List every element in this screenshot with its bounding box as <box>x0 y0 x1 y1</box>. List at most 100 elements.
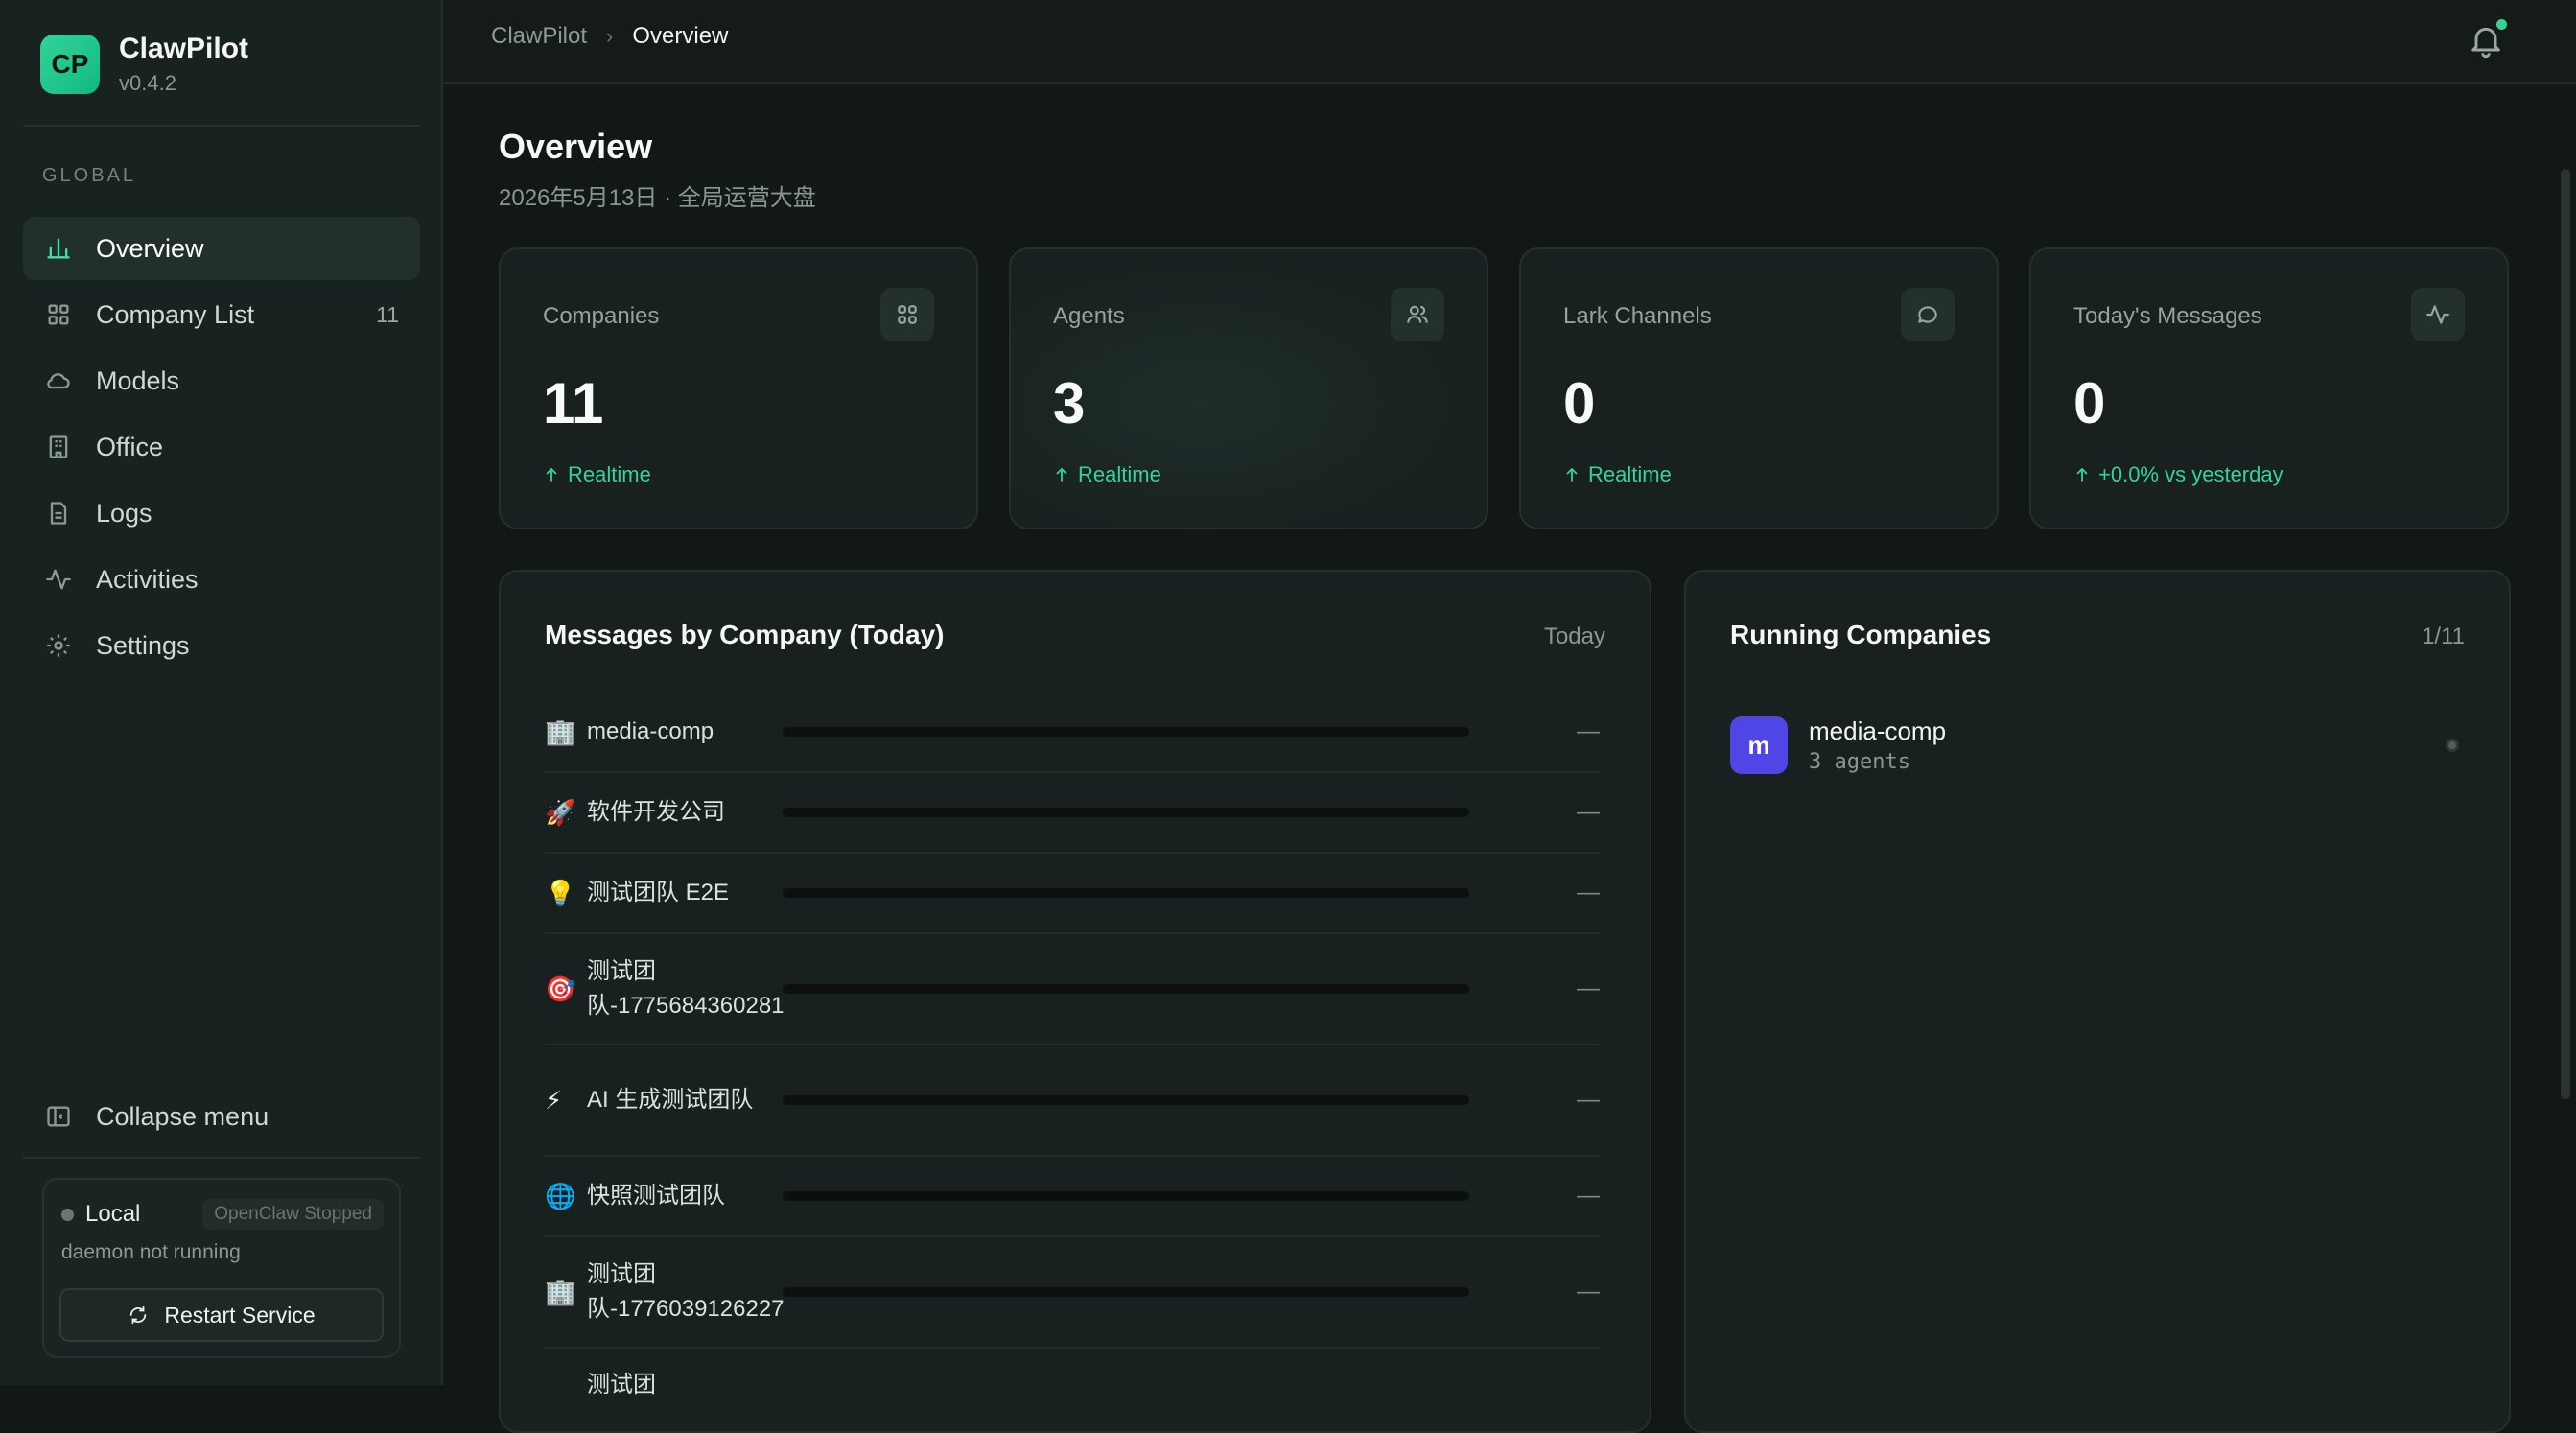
stat-trend: Realtime <box>543 462 651 487</box>
list-item[interactable]: 测试团 <box>545 1349 1600 1429</box>
agent-count: 3 agents <box>1809 750 1910 774</box>
sidebar-item-company-list[interactable]: Company List 11 <box>23 283 420 346</box>
grid-icon <box>880 288 934 341</box>
running-company-item[interactable]: m media-comp 3 agents <box>1730 716 2459 775</box>
gear-icon <box>42 629 75 662</box>
arrow-up-icon <box>1056 467 1067 482</box>
company-name: 测试团 <box>587 1372 656 1398</box>
app-root: CP ClawPilot v0.4.2 GLOBAL Overview Comp… <box>0 0 2576 1433</box>
stat-card-companies[interactable]: Companies 11 Realtime <box>499 247 978 529</box>
message-count: — <box>1577 1279 1600 1304</box>
topbar: ClawPilot › Overview <box>443 0 2576 84</box>
arrow-up-icon <box>546 467 557 482</box>
list-item[interactable]: 🎯 测试团队-1775684360281 — <box>545 934 1600 1045</box>
arrow-up-icon <box>1566 467 1578 482</box>
message-bar <box>783 1095 1469 1105</box>
rocket-emoji-icon: 🚀 <box>545 797 576 827</box>
stat-label: Companies <box>543 303 660 329</box>
collapse-menu-label: Collapse menu <box>96 1101 269 1131</box>
status-dot <box>61 1208 74 1221</box>
sidebar-item-models[interactable]: Models <box>23 349 420 412</box>
list-item[interactable]: 🏢 测试团队-1776039126227 — <box>545 1237 1600 1349</box>
breadcrumb-root[interactable]: ClawPilot <box>491 23 587 50</box>
service-status-card: Local OpenClaw Stopped daemon not runnin… <box>42 1178 401 1358</box>
stat-card-agents[interactable]: Agents 3 Realtime <box>1009 247 1488 529</box>
building-icon <box>42 431 75 463</box>
stat-trend: Realtime <box>1563 462 1672 487</box>
environment-label: Local <box>85 1201 141 1227</box>
notification-dot <box>2496 19 2507 30</box>
stat-trend-text: Realtime <box>568 462 651 486</box>
users-icon <box>1391 288 1444 341</box>
brand[interactable]: CP ClawPilot v0.4.2 <box>40 33 248 96</box>
target-emoji-icon: 🎯 <box>545 974 576 1003</box>
notifications-button[interactable] <box>2467 19 2507 59</box>
restart-service-button[interactable]: Restart Service <box>59 1288 384 1342</box>
sidebar-item-label: Activities <box>96 564 199 594</box>
bar-chart-icon <box>42 232 75 265</box>
stat-trend: +0.0% vs yesterday <box>2073 462 2283 487</box>
main-content: Overview 2026年5月13日 · 全局运营大盘 Companies 1… <box>443 86 2576 1433</box>
stat-card-lark-channels[interactable]: Lark Channels 0 Realtime <box>1519 247 1999 529</box>
sidebar-item-activities[interactable]: Activities <box>23 548 420 611</box>
stat-trend-text: Realtime <box>1078 462 1161 486</box>
chat-icon <box>1901 288 1955 341</box>
panel-title: Messages by Company (Today) <box>545 620 945 649</box>
company-name: media-comp <box>1809 716 1947 745</box>
stat-label: Lark Channels <box>1563 303 1712 329</box>
refresh-icon <box>130 1305 147 1325</box>
arrow-up-icon <box>2076 467 2088 482</box>
sidebar-item-settings[interactable]: Settings <box>23 614 420 677</box>
app-version: v0.4.2 <box>119 71 176 95</box>
message-count: — <box>1577 718 1600 744</box>
daemon-status-text: daemon not running <box>61 1241 241 1263</box>
chevron-right-icon: › <box>606 24 614 48</box>
sidebar-divider <box>23 125 420 127</box>
list-item[interactable]: 💡 测试团队 E2E — <box>545 854 1600 934</box>
activity-icon <box>42 563 75 596</box>
stat-trend-text: Realtime <box>1588 462 1672 486</box>
stat-value: 0 <box>1563 371 1596 435</box>
sidebar-item-label: Settings <box>96 630 190 660</box>
status-badge: OpenClaw Stopped <box>202 1199 384 1230</box>
app-name: ClawPilot <box>119 33 249 64</box>
stat-trend-text: +0.0% vs yesterday <box>2098 462 2283 486</box>
stat-value: 0 <box>2073 371 2106 435</box>
globe-emoji-icon: 🌐 <box>545 1181 576 1210</box>
list-item[interactable]: 🌐 快照测试团队 — <box>545 1157 1600 1237</box>
nav-section-label: GLOBAL <box>42 165 137 186</box>
stat-value: 11 <box>543 371 604 435</box>
message-count: — <box>1577 1183 1600 1209</box>
sidebar-collapse-icon <box>42 1100 75 1133</box>
message-bar <box>783 808 1469 817</box>
list-item[interactable]: ⚡ AI 生成测试团队 — <box>545 1045 1600 1157</box>
sidebar-item-label: Models <box>96 365 180 395</box>
message-bar <box>783 727 1469 737</box>
lightning-emoji-icon: ⚡ <box>545 1085 563 1115</box>
sidebar-nav: Overview Company List 11 Models Office L… <box>23 217 420 680</box>
messages-list: 🏢 media-comp — 🚀 软件开发公司 — 💡 测试团队 E2E — 🎯… <box>545 693 1600 1429</box>
restart-service-label: Restart Service <box>164 1302 316 1327</box>
list-item[interactable]: 🚀 软件开发公司 — <box>545 773 1600 854</box>
company-name: 快照测试团队 <box>587 1183 725 1209</box>
message-bar <box>783 888 1469 898</box>
stat-value: 3 <box>1053 371 1086 435</box>
breadcrumb: ClawPilot › Overview <box>491 23 728 50</box>
sidebar-item-logs[interactable]: Logs <box>23 482 420 545</box>
grid-icon <box>42 298 75 331</box>
collapse-menu-button[interactable]: Collapse menu <box>23 1085 420 1148</box>
period-label[interactable]: Today <box>1544 623 1605 650</box>
message-bar <box>783 984 1469 994</box>
sidebar-item-office[interactable]: Office <box>23 415 420 479</box>
list-item[interactable]: 🏢 media-comp — <box>545 693 1600 773</box>
building-emoji-icon: 🏢 <box>545 1277 576 1306</box>
messages-by-company-panel: Messages by Company (Today) Today 🏢 medi… <box>499 570 1651 1433</box>
document-icon <box>42 497 75 529</box>
sidebar-item-overview[interactable]: Overview <box>23 217 420 280</box>
building-emoji-icon: 🏢 <box>545 716 576 746</box>
company-name: 软件开发公司 <box>587 799 725 825</box>
company-name: 测试团队-1776039126227 <box>587 1261 785 1322</box>
stat-card-todays-messages[interactable]: Today's Messages 0 +0.0% vs yesterday <box>2029 247 2509 529</box>
scrollbar[interactable] <box>2561 169 2570 1099</box>
message-count: — <box>1577 880 1600 905</box>
